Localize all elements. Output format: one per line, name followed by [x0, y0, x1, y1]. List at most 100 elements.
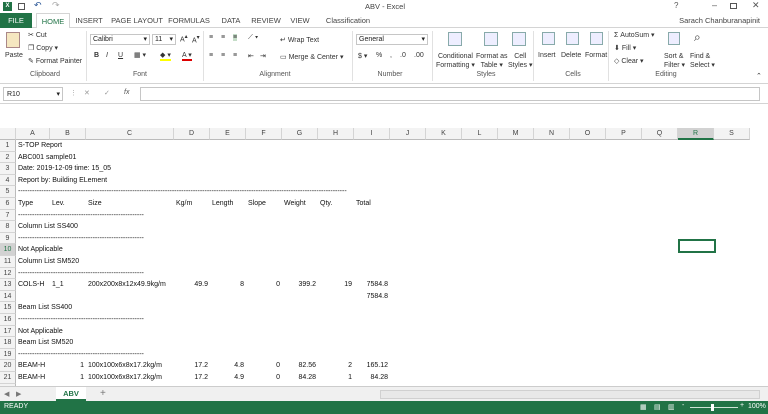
column-header-m[interactable]: M — [498, 128, 534, 140]
next-sheet-icon[interactable]: ▶ — [16, 390, 21, 398]
column-header-e[interactable]: E — [210, 128, 246, 140]
format-painter-button[interactable]: ✎ Format Painter — [28, 57, 82, 65]
underline-button[interactable]: U — [118, 52, 123, 59]
increase-indent-icon[interactable]: ⇥ — [260, 52, 266, 60]
tab-view[interactable]: VIEW — [288, 13, 312, 28]
row-header-13[interactable]: 13 — [0, 279, 16, 291]
find-select-button[interactable]: Find & Select ▾ — [690, 52, 715, 70]
tab-formulas[interactable]: FORMULAS — [168, 13, 210, 28]
horizontal-scrollbar[interactable] — [380, 390, 760, 399]
cell-b21[interactable]: 1 — [50, 372, 84, 384]
cell-f6[interactable]: Slope — [248, 198, 266, 210]
cell-a18[interactable]: Beam List SM520 — [18, 337, 73, 349]
cell-e20[interactable]: 4.8 — [210, 360, 244, 372]
cell-c6[interactable]: Size — [88, 198, 102, 210]
conditional-formatting-icon[interactable] — [448, 32, 462, 46]
selected-cell-r10[interactable] — [678, 239, 716, 253]
zoom-level[interactable]: 100% — [748, 403, 766, 410]
row-header-5[interactable]: 5 — [0, 186, 16, 198]
column-header-o[interactable]: O — [570, 128, 606, 140]
row-header-12[interactable]: 12 — [0, 267, 16, 280]
name-box[interactable]: R10 ▾ — [3, 87, 63, 101]
cell-styles-button[interactable]: Cell Styles ▾ — [508, 52, 533, 70]
cell-h6[interactable]: Qty. — [320, 198, 332, 210]
close-button[interactable]: ✕ — [752, 0, 760, 11]
user-name[interactable]: Sarach Chanburanapinit — [660, 13, 760, 28]
cell-a20[interactable]: BEAM-H — [18, 360, 45, 372]
autosum-button[interactable]: Σ AutoSum ▾ — [614, 31, 655, 39]
paste-button[interactable]: Paste — [5, 52, 23, 59]
cell-a8[interactable]: Column List SS400 — [18, 221, 78, 233]
cell-g21[interactable]: 84.28 — [282, 372, 316, 384]
cell-a16[interactable]: ----------------------------------------… — [18, 314, 144, 326]
column-header-g[interactable]: G — [282, 128, 318, 140]
normal-view-icon[interactable]: ▦ — [640, 403, 647, 411]
cell-d20[interactable]: 17.2 — [174, 360, 208, 372]
formula-input[interactable] — [140, 87, 760, 101]
sort-filter-icon[interactable] — [668, 32, 680, 45]
borders-icon[interactable]: ▦ ▾ — [134, 51, 146, 59]
currency-icon[interactable]: $ ▾ — [358, 52, 367, 60]
merge-center-button[interactable]: ▭ Merge & Center ▾ — [280, 53, 343, 61]
zoom-in-button[interactable]: + — [740, 402, 744, 409]
cell-a19[interactable]: ----------------------------------------… — [18, 349, 144, 361]
row-header-16[interactable]: 16 — [0, 314, 16, 326]
row-header-3[interactable]: 3 — [0, 163, 16, 175]
middle-align-icon[interactable]: ≡ — [221, 34, 225, 41]
percent-icon[interactable]: % — [376, 52, 382, 59]
delete-cells-icon[interactable] — [566, 32, 579, 45]
cell-i21[interactable]: 84.28 — [354, 372, 388, 384]
format-button[interactable]: Format — [585, 52, 607, 59]
cell-f13[interactable]: 0 — [246, 279, 280, 291]
find-select-icon[interactable]: ⌕ — [694, 30, 701, 45]
increase-decimal-icon[interactable]: .0 — [400, 52, 406, 59]
column-header-p[interactable]: P — [606, 128, 642, 140]
font-color-icon[interactable]: A ▾ — [182, 51, 192, 61]
row-header-14[interactable]: 14 — [0, 290, 16, 303]
cell-g13[interactable]: 399.2 — [282, 279, 316, 291]
cell-i13[interactable]: 7584.8 — [354, 279, 388, 291]
cell-h20[interactable]: 2 — [318, 360, 352, 372]
zoom-slider-thumb[interactable] — [711, 404, 714, 411]
cell-d6[interactable]: Kg/m — [176, 198, 192, 210]
sheet-tab-abv[interactable]: ABV — [56, 387, 86, 401]
decrease-indent-icon[interactable]: ⇤ — [248, 52, 254, 60]
cell-c13[interactable]: 200x200x8x12x49.9kg/m — [88, 279, 166, 291]
decrease-decimal-icon[interactable]: .00 — [414, 52, 424, 59]
grow-font-icon[interactable]: A▴ — [180, 34, 188, 43]
row-header-6[interactable]: 6 — [0, 198, 16, 210]
row-header-2[interactable]: 2 — [0, 151, 16, 164]
row-header-17[interactable]: 17 — [0, 325, 16, 338]
zoom-out-button[interactable]: - — [682, 402, 684, 409]
cell-a1[interactable]: S-TOP Report — [18, 140, 62, 152]
maximize-button[interactable] — [730, 3, 737, 9]
number-format-select[interactable]: General ▾ — [356, 34, 428, 45]
cell-h21[interactable]: 1 — [318, 372, 352, 384]
cell-h13[interactable]: 19 — [318, 279, 352, 291]
cell-g20[interactable]: 82.56 — [282, 360, 316, 372]
tab-home[interactable]: HOME — [36, 13, 70, 28]
tab-data[interactable]: DATA — [218, 13, 244, 28]
row-header-21[interactable]: 21 — [0, 372, 16, 384]
cell-a13[interactable]: COLS-H — [18, 279, 44, 291]
column-header-f[interactable]: F — [246, 128, 282, 140]
copy-button[interactable]: ❐ Copy ▾ — [28, 44, 58, 52]
cell-g6[interactable]: Weight — [284, 198, 306, 210]
cell-a5[interactable]: ----------------------------------------… — [18, 186, 347, 198]
help-icon[interactable]: ? — [674, 1, 678, 10]
tab-page-layout[interactable]: PAGE LAYOUT — [110, 13, 164, 28]
left-align-icon[interactable]: ≡ — [209, 52, 213, 59]
cell-a17[interactable]: Not Applicable — [18, 326, 63, 338]
page-break-view-icon[interactable]: ▥ — [668, 403, 675, 411]
sort-filter-button[interactable]: Sort & Filter ▾ — [664, 52, 685, 70]
tab-review[interactable]: REVIEW — [250, 13, 282, 28]
row-header-11[interactable]: 11 — [0, 256, 16, 268]
column-header-q[interactable]: Q — [642, 128, 678, 140]
bold-button[interactable]: B — [94, 52, 99, 59]
minimize-button[interactable]: – — [712, 0, 717, 10]
conditional-formatting-button[interactable]: Conditional Formatting ▾ — [436, 52, 475, 70]
cut-button[interactable]: ✂ Cut — [28, 31, 47, 39]
tab-insert[interactable]: INSERT — [74, 13, 104, 28]
delete-button[interactable]: Delete — [561, 52, 581, 59]
orientation-icon[interactable]: ⟋ ▾ — [248, 34, 258, 42]
